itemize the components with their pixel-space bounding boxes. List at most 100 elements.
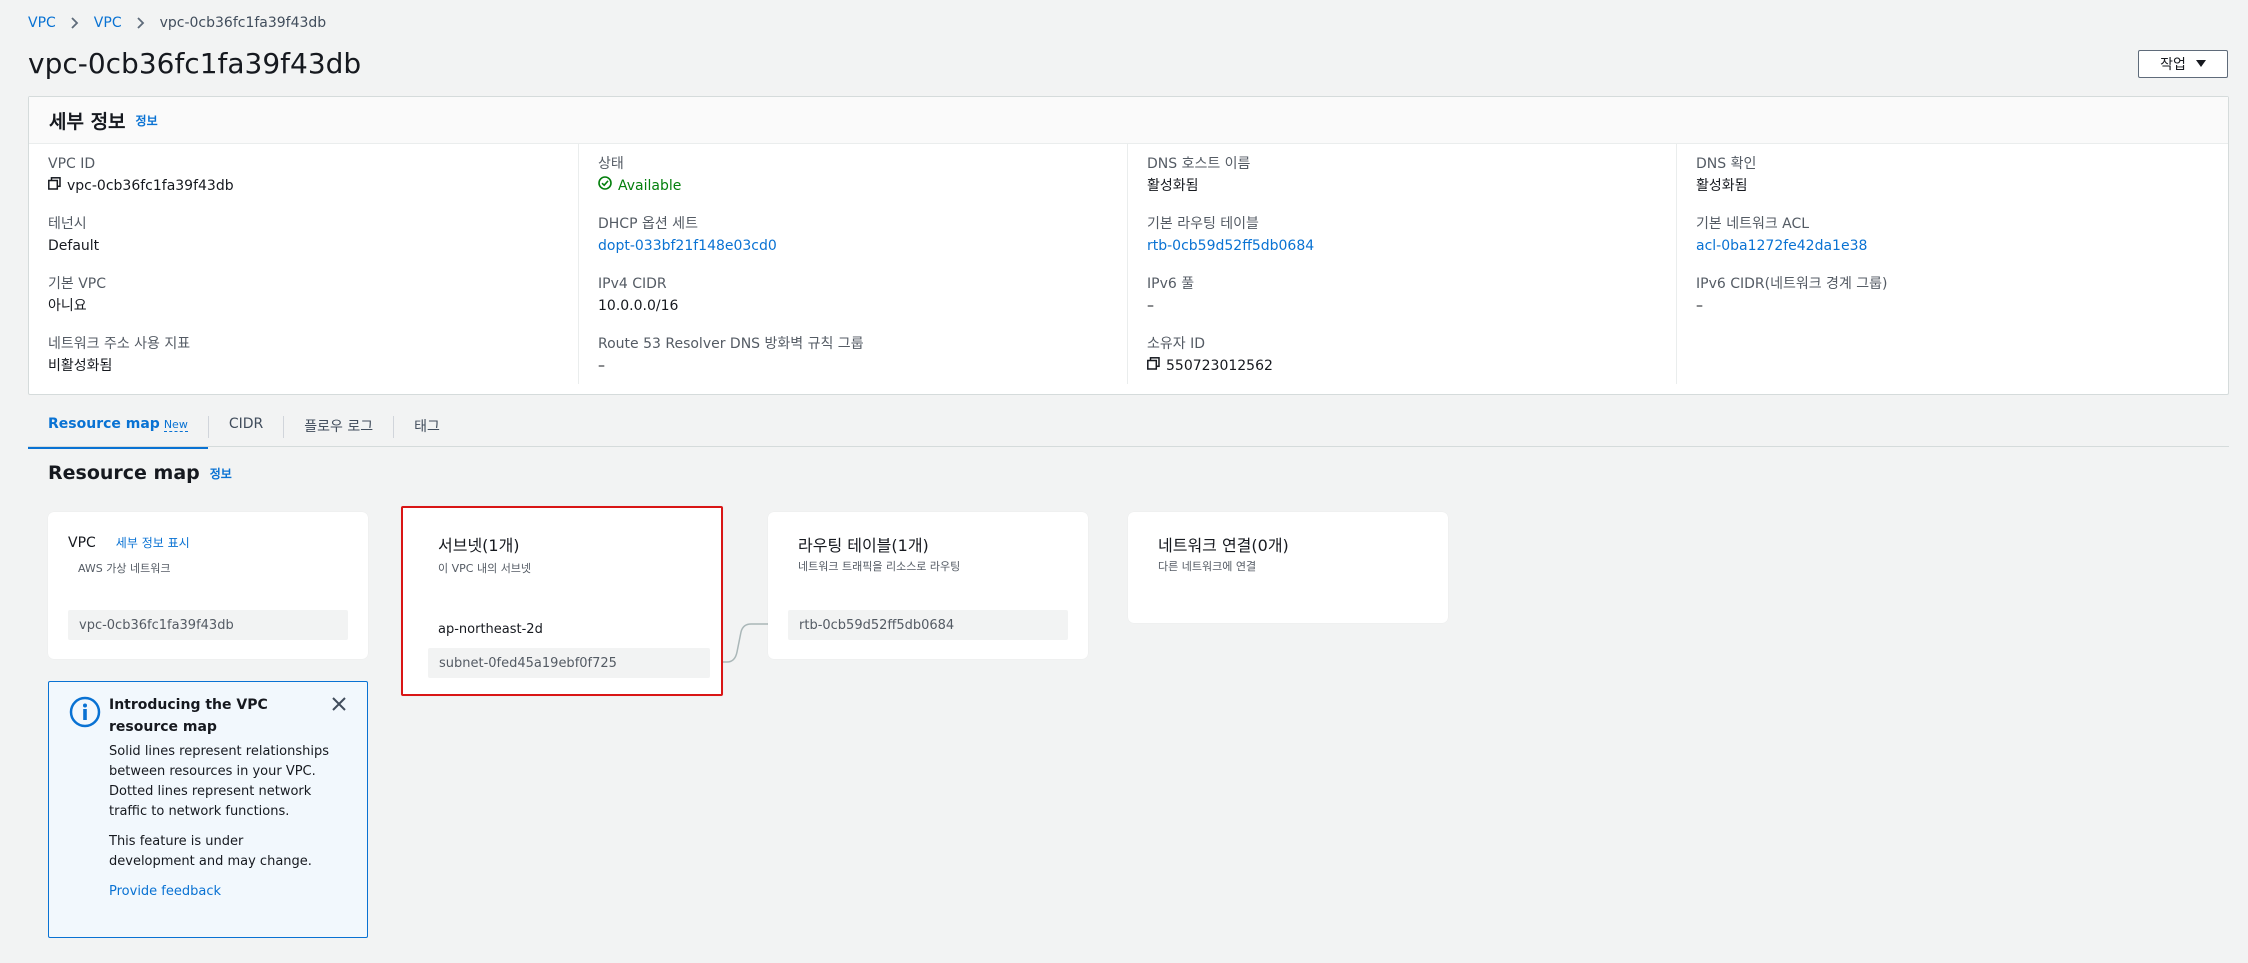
state-value: Available <box>618 178 682 194</box>
field-vpc-id: VPC ID vpc-0cb36fc1fa39f43db <box>48 154 234 196</box>
field-label: DNS 확인 <box>1696 156 1757 172</box>
availability-zone-label: ap-northeast-2d <box>438 622 543 637</box>
field-label: DNS 호스트 이름 <box>1147 156 1251 172</box>
field-ipv4-cidr: IPv4 CIDR 10.0.0.0/16 <box>598 274 678 316</box>
subnets-card-title: 서브넷(1개) <box>438 536 520 555</box>
route-table-node[interactable]: rtb-0cb59d52ff5db0684 <box>788 610 1068 640</box>
field-main-network-acl: 기본 네트워크 ACL acl-0ba1272fe42da1e38 <box>1696 214 1867 256</box>
vpc-node[interactable]: vpc-0cb36fc1fa39f43db <box>68 610 348 640</box>
dhcp-options-link[interactable]: dopt-033bf21f148e03cd0 <box>598 236 777 256</box>
resource-map-intro-alert: Introducing the VPC resource map Solid l… <box>48 681 368 938</box>
field-default-vpc: 기본 VPC 아니요 <box>48 274 106 316</box>
field-label: Route 53 Resolver DNS 방화벽 규칙 그룹 <box>598 336 864 352</box>
close-icon[interactable] <box>331 696 347 716</box>
tab-resource-map[interactable]: Resource map New <box>28 408 208 449</box>
tabs-divider <box>28 446 2229 447</box>
details-column-2: 상태 Available DHCP 옵션 세트 dopt-033bf21f148… <box>578 144 1127 384</box>
field-ipv6-pool: IPv6 풀 – <box>1147 274 1194 316</box>
field-value: 비활성화됨 <box>48 358 113 374</box>
network-connections-card-subtitle: 다른 네트워크에 연결 <box>1158 560 1257 573</box>
subnet-node[interactable]: subnet-0fed45a19ebf0f725 <box>428 648 710 678</box>
field-label: IPv4 CIDR <box>598 276 667 292</box>
success-check-icon <box>598 176 612 196</box>
main-network-acl-link[interactable]: acl-0ba1272fe42da1e38 <box>1696 236 1867 256</box>
tab-bar: Resource map New CIDR 플로우 로그 태그 <box>28 408 460 449</box>
details-column-3: DNS 호스트 이름 활성화됨 기본 라우팅 테이블 rtb-0cb59d52f… <box>1127 144 1676 384</box>
field-label: 기본 VPC <box>48 276 107 292</box>
details-panel: 세부 정보 정보 VPC ID vpc-0cb36fc1fa39f43db 테넌… <box>28 96 2229 395</box>
vpc-card-title: VPC <box>68 534 96 551</box>
details-header: 세부 정보 정보 <box>29 97 2228 144</box>
field-label: VPC ID <box>48 156 96 172</box>
details-column-1: VPC ID vpc-0cb36fc1fa39f43db 테넌시 Default… <box>29 144 578 384</box>
field-network-address-usage: 네트워크 주소 사용 지표 비활성화됨 <box>48 334 190 376</box>
route-tables-card-title: 라우팅 테이블(1개) <box>798 536 929 555</box>
field-label: 기본 네트워크 ACL <box>1696 216 1810 232</box>
tab-label: Resource map <box>48 416 160 432</box>
vpc-card: VPC 세부 정보 표시 AWS 가상 네트워크 vpc-0cb36fc1fa3… <box>48 512 368 659</box>
field-label: 소유자 ID <box>1147 336 1205 352</box>
tab-flow-logs[interactable]: 플로우 로그 <box>284 408 393 444</box>
network-connections-card-title: 네트워크 연결(0개) <box>1158 536 1289 555</box>
field-value: Available <box>598 176 681 196</box>
field-label: 네트워크 주소 사용 지표 <box>48 336 191 352</box>
details-title: 세부 정보 <box>49 110 126 133</box>
new-badge: New <box>163 418 188 432</box>
field-ipv6-cidr: IPv6 CIDR(네트워크 경계 그룹) – <box>1696 274 1888 316</box>
alert-text-2: This feature is under development and ma… <box>109 834 312 869</box>
field-main-route-table: 기본 라우팅 테이블 rtb-0cb59d52ff5db0684 <box>1147 214 1314 256</box>
route-tables-card-subtitle: 네트워크 트래픽을 리소스로 라우팅 <box>798 560 961 573</box>
field-value: vpc-0cb36fc1fa39f43db <box>48 176 234 196</box>
copy-icon[interactable] <box>1147 356 1160 376</box>
page-title: vpc-0cb36fc1fa39f43db <box>28 47 362 80</box>
field-value: – <box>1696 298 1703 314</box>
actions-label: 작업 <box>2160 57 2186 73</box>
field-tenancy: 테넌시 Default <box>48 214 99 256</box>
vpc-id-value: vpc-0cb36fc1fa39f43db <box>67 178 234 194</box>
field-label: 상태 <box>598 156 624 172</box>
field-value: 활성화됨 <box>1147 178 1199 194</box>
network-connections-card: 네트워크 연결(0개) 다른 네트워크에 연결 <box>1128 512 1448 623</box>
details-column-4: DNS 확인 활성화됨 기본 네트워크 ACL acl-0ba1272fe42d… <box>1676 144 2225 384</box>
field-value: 550723012562 <box>1147 356 1273 376</box>
chevron-right-icon <box>136 17 146 29</box>
field-label: DHCP 옵션 세트 <box>598 216 698 232</box>
resource-map-heading: Resource map 정보 <box>48 462 232 484</box>
alert-text-1: Solid lines represent relationships betw… <box>109 744 329 819</box>
field-value: Default <box>48 238 100 254</box>
breadcrumb-vpc-link[interactable]: VPC <box>28 15 56 31</box>
details-info-link[interactable]: 정보 <box>136 112 158 129</box>
provide-feedback-link[interactable]: Provide feedback <box>109 882 329 902</box>
field-dns-hostnames: DNS 호스트 이름 활성화됨 <box>1147 154 1250 196</box>
breadcrumb-vpcs-link[interactable]: VPC <box>94 15 122 31</box>
alert-body: Solid lines represent relationships betw… <box>109 742 329 902</box>
field-dns-firewall: Route 53 Resolver DNS 방화벽 규칙 그룹 – <box>598 334 864 376</box>
info-icon <box>69 696 101 732</box>
resource-map-info-link[interactable]: 정보 <box>210 465 232 482</box>
field-value: – <box>1147 298 1154 314</box>
subnets-card-subtitle: 이 VPC 내의 서브넷 <box>438 562 532 575</box>
vpc-card-subtitle: AWS 가상 네트워크 <box>78 562 171 575</box>
field-label: 테넌시 <box>48 216 87 232</box>
caret-down-icon <box>2195 56 2206 72</box>
actions-dropdown-button[interactable]: 작업 <box>2138 50 2228 78</box>
main-route-table-link[interactable]: rtb-0cb59d52ff5db0684 <box>1147 236 1314 256</box>
show-details-link[interactable]: 세부 정보 표시 <box>116 534 190 551</box>
route-tables-card: 라우팅 테이블(1개) 네트워크 트래픽을 리소스로 라우팅 rtb-0cb59… <box>768 512 1088 659</box>
owner-id-value: 550723012562 <box>1166 358 1273 374</box>
field-label: IPv6 CIDR(네트워크 경계 그룹) <box>1696 276 1888 292</box>
copy-icon[interactable] <box>48 176 61 196</box>
field-owner-id: 소유자 ID 550723012562 <box>1147 334 1273 376</box>
tab-cidr[interactable]: CIDR <box>209 408 283 440</box>
breadcrumb: VPC VPC vpc-0cb36fc1fa39f43db <box>28 12 326 34</box>
tab-tags[interactable]: 태그 <box>394 408 460 444</box>
field-value: 10.0.0.0/16 <box>598 298 679 314</box>
field-label: 기본 라우팅 테이블 <box>1147 216 1259 232</box>
field-state: 상태 Available <box>598 154 681 196</box>
field-value: 활성화됨 <box>1696 178 1748 194</box>
field-value: 아니요 <box>48 298 87 314</box>
field-value: – <box>598 358 605 374</box>
resource-map-title: Resource map <box>48 462 200 484</box>
field-dhcp-options: DHCP 옵션 세트 dopt-033bf21f148e03cd0 <box>598 214 777 256</box>
breadcrumb-current: vpc-0cb36fc1fa39f43db <box>159 15 327 31</box>
